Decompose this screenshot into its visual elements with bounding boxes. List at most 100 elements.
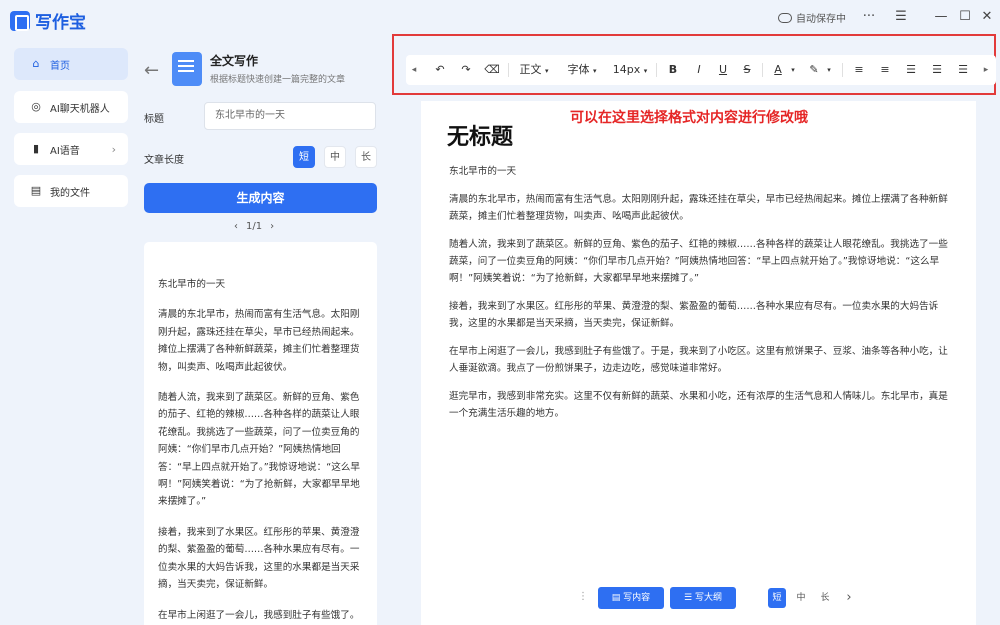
- result-pager: ‹ 1/1 ›: [234, 221, 274, 232]
- undo-icon[interactable]: ↶: [430, 55, 450, 85]
- toolbar-separator: [842, 63, 843, 77]
- highlight-icon[interactable]: ✎: [806, 55, 822, 85]
- list-icon: ☰: [684, 593, 695, 603]
- chevron-right-icon: ›: [111, 142, 116, 156]
- font-family-value: 字体: [567, 63, 590, 76]
- file-icon: ▤: [30, 184, 42, 197]
- document-paragraph: 东北早市的一天: [449, 166, 517, 177]
- result-paragraph: 清晨的东北早市，热闹而富有生活气息。太阳刚刚升起，露珠还挂在草尖，早市已经热闹起…: [158, 309, 360, 373]
- toolbar-separator: [762, 63, 763, 77]
- menu-button[interactable]: ☰: [892, 8, 910, 26]
- chevron-right-icon[interactable]: ›: [840, 588, 858, 608]
- underline-button[interactable]: U: [714, 55, 732, 85]
- chevron-down-icon[interactable]: ▾: [824, 55, 834, 85]
- close-button[interactable]: ✕: [978, 8, 996, 26]
- toolbar-scroll-right[interactable]: ▸: [980, 55, 992, 85]
- bottom-length-medium[interactable]: 中: [792, 588, 810, 608]
- font-family-select[interactable]: 字体 ▾: [562, 55, 602, 85]
- maximize-button[interactable]: ☐: [956, 8, 974, 26]
- logo-icon: [10, 10, 30, 31]
- sidebar-item-label: AI聊天机器人: [50, 103, 110, 115]
- generate-button[interactable]: 生成内容: [144, 183, 377, 213]
- minimize-button[interactable]: —: [932, 8, 950, 26]
- bottom-length-long[interactable]: 长: [816, 588, 834, 608]
- redo-icon[interactable]: ↷: [456, 55, 476, 85]
- write-content-label: 写内容: [623, 593, 651, 603]
- voice-icon: ▮: [32, 142, 40, 155]
- bottom-length-short[interactable]: 短: [768, 588, 786, 608]
- document-paragraph: 清晨的东北早市，热闹而富有生活气息。太阳刚刚升起，露珠还挂在草尖，早市已经热闹起…: [449, 194, 948, 222]
- toolbar-separator: [508, 63, 509, 77]
- length-short-button[interactable]: 短: [293, 146, 315, 168]
- title-label: 标题: [144, 114, 164, 125]
- result-paragraph: 接着，我来到了水果区。红彤彤的苹果、黄澄澄的梨、紫盈盈的葡萄……各种水果应有尽有…: [158, 526, 360, 591]
- sidebar-item-files[interactable]: ▤ 我的文件: [14, 175, 128, 207]
- document-paragraph: 随着人流，我来到了蔬菜区。新鲜的豆角、紫色的茄子、红艳的辣椒……各种各样的蔬菜让…: [449, 239, 948, 284]
- bold-button[interactable]: B: [664, 55, 682, 85]
- document-title[interactable]: 无标题: [447, 119, 513, 151]
- autosave-label: 自动保存中: [796, 14, 846, 25]
- align-center-icon[interactable]: ☰: [928, 55, 946, 85]
- result-paragraph: 东北早市的一天: [158, 279, 226, 290]
- align-right-icon[interactable]: ☰: [954, 55, 972, 85]
- sidebar-item-home[interactable]: ⌂ 首页: [14, 48, 128, 80]
- font-size-value: 14px: [612, 63, 641, 76]
- sidebar-item-label: 首页: [50, 60, 70, 72]
- write-outline-button[interactable]: ☰ 写大纲: [670, 587, 736, 609]
- result-preview[interactable]: 东北早市的一天 清晨的东北早市，热闹而富有生活气息。太阳刚刚升起，露珠还挂在草尖…: [144, 242, 377, 625]
- sidebar-item-voice[interactable]: ▮ AI语音 ›: [14, 133, 128, 165]
- home-icon: ⌂: [32, 57, 40, 70]
- indent-decrease-icon[interactable]: ≡: [850, 55, 868, 85]
- document-icon: [172, 52, 202, 86]
- font-color-button[interactable]: A: [770, 55, 786, 85]
- chevron-down-icon[interactable]: ▾: [788, 55, 798, 85]
- document-paragraph: 逛完早市，我感到非常充实。这里不仅有新鲜的蔬菜、水果和小吃，还有浓厚的生活气息和…: [449, 391, 948, 419]
- app-name: 写作宝: [35, 13, 86, 33]
- strikethrough-button[interactable]: S: [738, 55, 756, 85]
- length-label: 文章长度: [144, 155, 184, 166]
- paragraph-style-value: 正文: [519, 63, 542, 76]
- length-long-button[interactable]: 长: [355, 146, 377, 168]
- toolbar-separator: [656, 63, 657, 77]
- title-input[interactable]: 东北早市的一天: [204, 102, 376, 130]
- feature-title: 全文写作: [210, 54, 259, 68]
- next-page-icon[interactable]: ›: [270, 221, 274, 232]
- document-paragraph: 接着，我来到了水果区。红彤彤的苹果、黄澄澄的梨、紫盈盈的葡萄……各种水果应有尽有…: [449, 301, 939, 329]
- document-body[interactable]: 东北早市的一天 清晨的东北早市，热闹而富有生活气息。太阳刚刚升起，露珠还挂在草尖…: [449, 163, 957, 433]
- indent-increase-icon[interactable]: ≡: [876, 55, 894, 85]
- feature-subtitle: 根据标题快速创建一篇完整的文章: [210, 75, 346, 85]
- drag-handle-icon[interactable]: ⋮: [578, 591, 588, 602]
- result-paragraph: 在早市上闲逛了一会儿，我感到肚子有些饿了。于是，我来到了小吃区。这里有煎饼果子: [158, 609, 360, 621]
- autosave-status: 自动保存中: [778, 10, 846, 25]
- toolbar-hint-annotation: 可以在这里选择格式对内容进行修改哦: [570, 110, 808, 126]
- prev-page-icon[interactable]: ‹: [234, 221, 238, 232]
- document-icon: ▤: [611, 593, 624, 603]
- sidebar-item-label: AI语音: [50, 145, 80, 157]
- result-paragraph: 随着人流，我来到了蔬菜区。新鲜的豆角、紫色的茄子、红艳的辣椒……各种各样的蔬菜让…: [158, 392, 360, 508]
- chat-icon: ◎: [31, 100, 41, 113]
- write-content-button[interactable]: ▤ 写内容: [598, 587, 664, 609]
- clear-format-icon[interactable]: ⌫: [482, 55, 502, 85]
- chevron-down-icon: ▾: [592, 67, 597, 75]
- app-logo: 写作宝: [10, 8, 86, 33]
- paragraph-style-select[interactable]: 正文 ▾: [514, 55, 554, 85]
- cloud-icon: [778, 12, 792, 23]
- length-medium-button[interactable]: 中: [324, 146, 346, 168]
- bottom-action-bar: ⋮ ▤ 写内容 ☰ 写大纲 短 中 长 ›: [570, 585, 862, 611]
- back-arrow-icon[interactable]: ←: [144, 60, 159, 81]
- toolbar-scroll-left[interactable]: ◂: [408, 55, 420, 85]
- align-left-icon[interactable]: ☰: [902, 55, 920, 85]
- page-indicator: 1/1: [246, 221, 263, 232]
- format-toolbar: ◂ ↶ ↷ ⌫ 正文 ▾ 字体 ▾ 14px ▾ B I U S A ▾ ✎ ▾…: [406, 55, 996, 85]
- document-editor[interactable]: 无标题 东北早市的一天 清晨的东北早市，热闹而富有生活气息。太阳刚刚升起，露珠还…: [421, 101, 976, 625]
- sidebar-nav: ⌂ 首页 ◎ AI聊天机器人 ▮ AI语音 › ▤ 我的文件: [14, 48, 128, 217]
- more-button[interactable]: ···: [860, 8, 878, 26]
- document-paragraph: 在早市上闲逛了一会儿，我感到肚子有些饿了。于是，我来到了小吃区。这里有煎饼果子、…: [449, 346, 948, 374]
- sidebar-item-label: 我的文件: [50, 187, 90, 199]
- font-size-select[interactable]: 14px ▾: [610, 55, 650, 85]
- italic-button[interactable]: I: [690, 55, 708, 85]
- title-bar: 写作宝 自动保存中 ··· ☰ — ☐ ✕: [0, 0, 1000, 36]
- chevron-down-icon: ▾: [544, 67, 549, 75]
- chevron-down-icon: ▾: [643, 67, 648, 75]
- sidebar-item-chatbot[interactable]: ◎ AI聊天机器人: [14, 91, 128, 123]
